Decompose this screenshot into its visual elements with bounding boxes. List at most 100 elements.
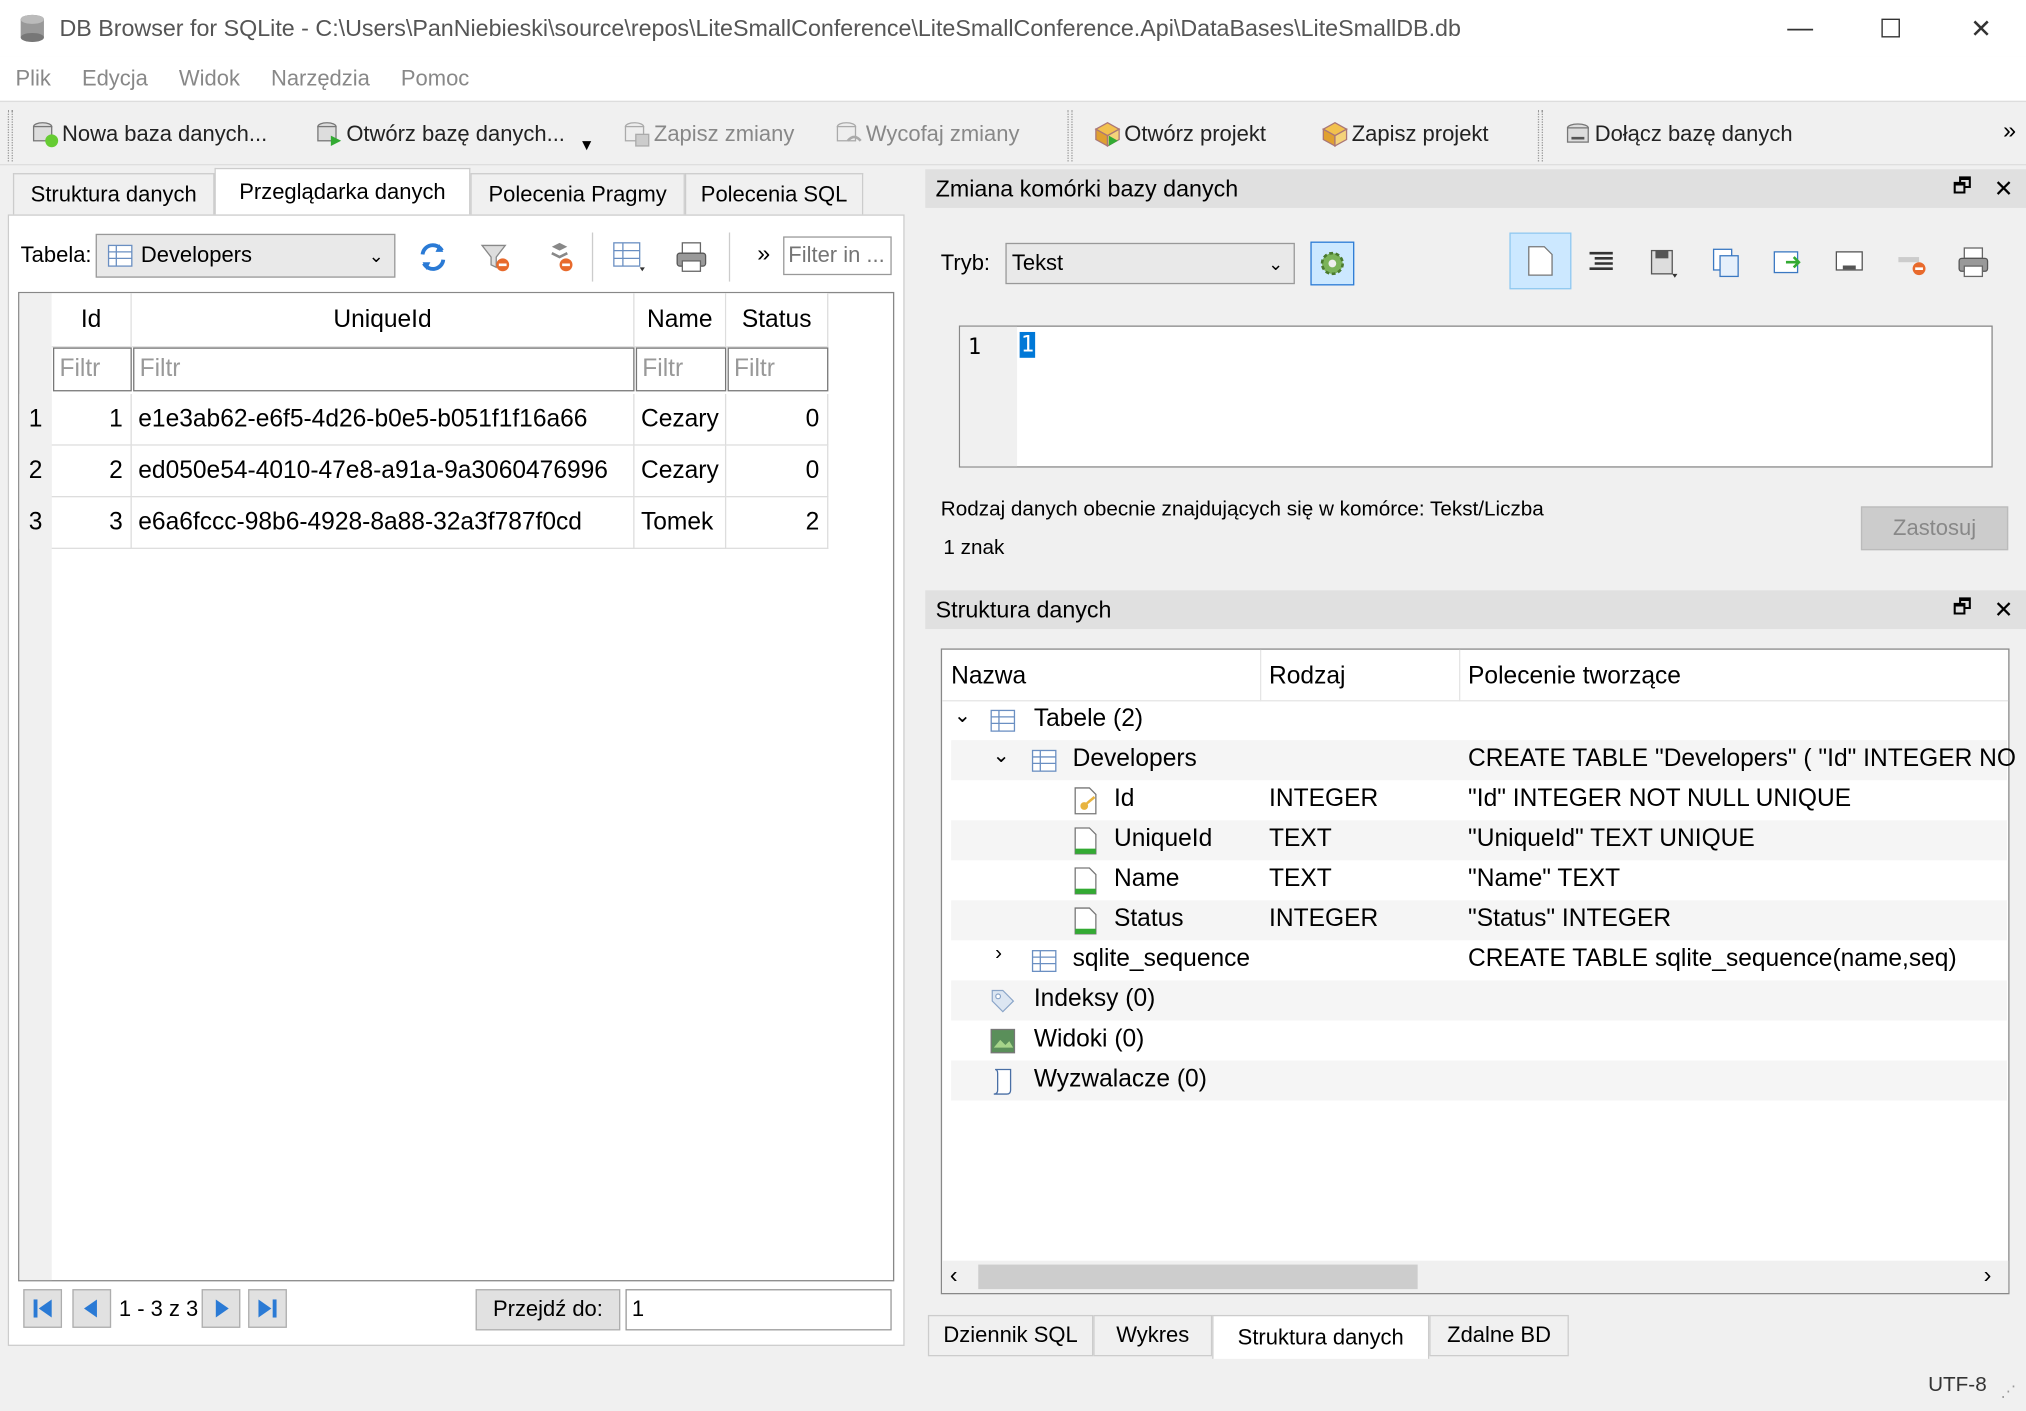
delete-record-button[interactable] bbox=[538, 235, 582, 279]
column-header-uniqueid[interactable]: UniqueId bbox=[131, 293, 635, 348]
tree-item-developers[interactable]: ⌄ Developers CREATE TABLE "Developers" (… bbox=[951, 740, 2016, 781]
close-button[interactable]: ✕ bbox=[1936, 0, 2026, 57]
first-record-button[interactable] bbox=[23, 1289, 63, 1328]
clear-filters-button[interactable] bbox=[473, 235, 517, 279]
previous-record-button[interactable] bbox=[72, 1289, 112, 1328]
chevron-left-icon[interactable]: ‹ bbox=[950, 1262, 958, 1289]
cell-name[interactable]: Cezary bbox=[634, 445, 727, 498]
more-filters-button[interactable]: » bbox=[757, 240, 770, 267]
menu-tools[interactable]: Narzędzia bbox=[271, 66, 370, 92]
cell-status[interactable]: 0 bbox=[726, 393, 829, 446]
menu-help[interactable]: Pomoc bbox=[401, 66, 469, 92]
tab-sql-log[interactable]: Dziennik SQL bbox=[927, 1314, 1094, 1357]
print-button[interactable] bbox=[669, 235, 713, 279]
filter-in-all-input[interactable] bbox=[783, 236, 892, 276]
row-number[interactable]: 1 bbox=[19, 393, 52, 446]
tree-item-tables[interactable]: ⌄ Tabele (2) bbox=[951, 700, 2007, 740]
tab-execute-sql[interactable]: Polecenia SQL bbox=[684, 173, 864, 215]
close-panel-icon[interactable]: ✕ bbox=[1994, 175, 2014, 202]
export-button[interactable] bbox=[1765, 240, 1809, 284]
tree-item-field[interactable]: Status INTEGER "Status" INTEGER bbox=[951, 900, 2007, 941]
last-record-button[interactable] bbox=[248, 1289, 287, 1328]
goto-button[interactable]: Przejdź do: bbox=[475, 1289, 621, 1331]
row-number[interactable]: 3 bbox=[19, 497, 52, 549]
header-schema[interactable]: Polecenie tworzące bbox=[1468, 663, 1681, 691]
column-header-status[interactable]: Status bbox=[726, 293, 829, 348]
chevron-right-icon[interactable]: › bbox=[1984, 1262, 1992, 1289]
tree-item-triggers[interactable]: Wyzwalacze (0) bbox=[951, 1060, 2007, 1101]
tree-item-field[interactable]: Id INTEGER "Id" INTEGER NOT NULL UNIQUE bbox=[951, 780, 2007, 820]
revert-changes-button[interactable]: Wycofaj zmiany bbox=[835, 112, 1019, 156]
tab-remote[interactable]: Zdalne BD bbox=[1429, 1314, 1569, 1357]
open-project-button[interactable]: Otwórz projekt bbox=[1093, 112, 1266, 156]
open-database-dropdown-icon[interactable]: ▼ bbox=[579, 136, 594, 154]
row-number[interactable]: 2 bbox=[19, 445, 52, 498]
cell-id[interactable]: 1 bbox=[51, 393, 132, 446]
cell-name[interactable]: Tomek bbox=[634, 497, 727, 549]
auto-format-button[interactable] bbox=[1579, 240, 1623, 284]
cell-id[interactable]: 2 bbox=[51, 445, 132, 498]
print-cell-button[interactable] bbox=[1951, 240, 1995, 284]
new-database-button[interactable]: Nowa baza danych... bbox=[31, 112, 267, 156]
open-database-button[interactable]: Otwórz bazę danych... bbox=[315, 112, 565, 156]
goto-input[interactable] bbox=[625, 1289, 892, 1331]
import-button[interactable] bbox=[1641, 240, 1685, 284]
chevron-down-icon: ⌄ bbox=[368, 244, 384, 266]
toolbar-overflow-button[interactable]: » bbox=[2003, 118, 2016, 145]
set-null-button[interactable] bbox=[1827, 240, 1871, 284]
cell-status[interactable]: 2 bbox=[726, 497, 829, 549]
cell-status[interactable]: 0 bbox=[726, 445, 829, 498]
float-panel-icon[interactable]: 🗗 bbox=[1953, 592, 1972, 627]
tab-browse-data[interactable]: Przeglądarka danych bbox=[214, 167, 471, 215]
filter-input-status[interactable]: Filtr bbox=[727, 347, 829, 392]
cell-name[interactable]: Cezary bbox=[634, 393, 727, 446]
table-select[interactable]: Developers ⌄ bbox=[95, 233, 396, 278]
tree-item-field[interactable]: Name TEXT "Name" TEXT bbox=[951, 860, 2007, 900]
tab-database-structure[interactable]: Struktura danych bbox=[12, 173, 215, 215]
mode-select[interactable]: Tekst ⌄ bbox=[1005, 242, 1295, 285]
filter-input-id[interactable]: Filtr bbox=[52, 347, 132, 392]
chevron-right-icon[interactable]: › bbox=[995, 943, 1002, 966]
clear-cell-button[interactable] bbox=[1889, 240, 1933, 284]
maximize-button[interactable]: ☐ bbox=[1845, 0, 1935, 57]
horizontal-scrollbar[interactable]: ‹ › bbox=[942, 1260, 2009, 1293]
resize-grip-icon[interactable]: ⋰ bbox=[2000, 1382, 2016, 1400]
menu-file[interactable]: Plik bbox=[16, 66, 51, 92]
header-name[interactable]: Nazwa bbox=[951, 663, 1026, 691]
cell-uniqueid[interactable]: ed050e54-4010-47e8-a91a-9a3060476996 bbox=[131, 445, 635, 498]
refresh-button[interactable] bbox=[411, 235, 455, 279]
save-project-button[interactable]: Zapisz projekt bbox=[1321, 112, 1489, 156]
column-header-name[interactable]: Name bbox=[634, 293, 727, 348]
tab-db-structure[interactable]: Struktura danych bbox=[1212, 1314, 1430, 1359]
chevron-down-icon[interactable]: ⌄ bbox=[954, 703, 971, 729]
tree-item-sqlite-sequence[interactable]: › sqlite_sequence CREATE TABLE sqlite_se… bbox=[951, 940, 2007, 980]
close-panel-icon[interactable]: ✕ bbox=[1994, 596, 2014, 623]
tree-item-views[interactable]: Widoki (0) bbox=[951, 1020, 2007, 1060]
cell-uniqueid[interactable]: e6a6fccc-98b6-4928-8a88-32a3f787f0cd bbox=[131, 497, 635, 549]
chevron-down-icon[interactable]: ⌄ bbox=[992, 743, 1009, 769]
write-changes-button[interactable]: Zapisz zmiany bbox=[623, 112, 794, 156]
filter-input-uniqueid[interactable]: Filtr bbox=[133, 347, 635, 392]
attach-database-button[interactable]: Dołącz bazę danych bbox=[1564, 112, 1793, 156]
tree-item-indexes[interactable]: Indeksy (0) bbox=[951, 980, 2007, 1021]
menu-edit[interactable]: Edycja bbox=[82, 66, 148, 92]
auto-switch-mode-button[interactable] bbox=[1310, 241, 1355, 286]
word-wrap-button[interactable] bbox=[1509, 232, 1572, 290]
float-panel-icon[interactable]: 🗗 bbox=[1953, 171, 1972, 206]
menu-view[interactable]: Widok bbox=[179, 66, 240, 92]
insert-record-button[interactable] bbox=[607, 235, 651, 279]
scrollbar-thumb[interactable] bbox=[978, 1264, 1418, 1290]
header-type[interactable]: Rodzaj bbox=[1269, 663, 1345, 691]
cell-editor[interactable]: 1 1 bbox=[958, 325, 1993, 468]
copy-button[interactable] bbox=[1703, 240, 1747, 284]
cell-id[interactable]: 3 bbox=[51, 497, 132, 549]
minimize-button[interactable]: — bbox=[1755, 0, 1845, 57]
tab-plot[interactable]: Wykres bbox=[1093, 1314, 1213, 1357]
cell-uniqueid[interactable]: e1e3ab62-e6f5-4d26-b0e5-b051f1f16a66 bbox=[131, 393, 635, 446]
column-header-id[interactable]: Id bbox=[51, 293, 132, 348]
apply-button[interactable]: Zastosuj bbox=[1860, 506, 2009, 551]
next-record-button[interactable] bbox=[201, 1289, 241, 1328]
tab-edit-pragmas[interactable]: Polecenia Pragmy bbox=[470, 173, 685, 215]
filter-input-name[interactable]: Filtr bbox=[635, 347, 727, 392]
tree-item-field[interactable]: UniqueId TEXT "UniqueId" TEXT UNIQUE bbox=[951, 820, 2007, 861]
